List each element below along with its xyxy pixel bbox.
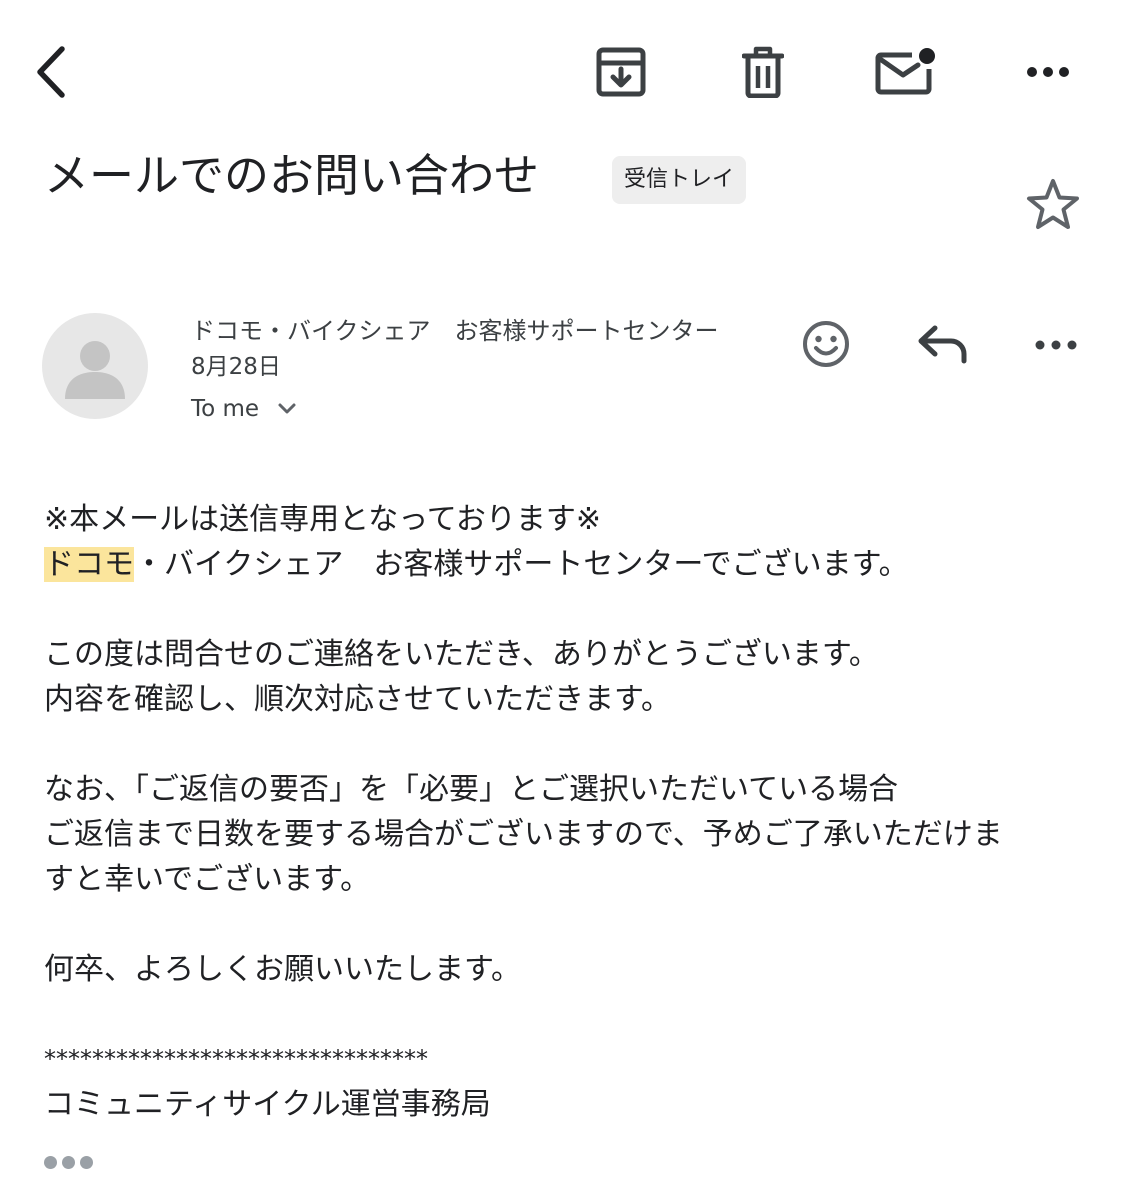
mail-unread-icon	[875, 48, 935, 95]
trash-icon	[742, 46, 784, 98]
signature-line: コミュニティサイクル運営事務局	[44, 1087, 491, 1122]
star-button[interactable]	[1018, 172, 1088, 236]
recipient-details-toggle[interactable]: To me	[191, 392, 297, 426]
body-line: ※本メールは送信専用となっております※	[44, 502, 601, 537]
body-line: ご返信まで日数を要する場合がございますので、予めご了承いただけま	[44, 817, 1003, 852]
email-date: 8月28日	[191, 354, 281, 380]
more-horizontal-icon	[1035, 340, 1077, 350]
inbox-label-chip[interactable]: 受信トレイ	[612, 156, 747, 204]
person-icon	[65, 341, 125, 399]
delete-button[interactable]	[730, 40, 796, 104]
search-highlight: ドコモ	[44, 547, 134, 582]
more-horizontal-icon	[1027, 67, 1069, 77]
chevron-down-icon	[278, 403, 296, 414]
show-trimmed-content-button[interactable]	[44, 1156, 93, 1169]
archive-icon	[596, 47, 646, 97]
body-line: ドコモ・バイクシェア お客様サポートセンターでございます。	[44, 542, 1104, 587]
reply-icon	[918, 325, 967, 364]
emoji-icon	[803, 321, 849, 367]
body-line: すと幸いでございます。	[44, 862, 371, 897]
emoji-reaction-button[interactable]	[796, 314, 856, 374]
email-subject: メールでのお問い合わせ	[44, 149, 540, 202]
arrow-back-icon	[37, 46, 65, 98]
trimmed-dot	[62, 1156, 75, 1169]
trimmed-dot	[44, 1156, 57, 1169]
star-icon	[1027, 179, 1079, 229]
message-more-options-button[interactable]	[1028, 320, 1084, 370]
back-button[interactable]	[22, 40, 82, 104]
signature-separator: ********************************	[44, 1045, 428, 1073]
recipient-label: To me	[191, 396, 260, 422]
body-line: 内容を確認し、順次対応させていただきます。	[44, 682, 671, 717]
email-body: ※本メールは送信専用となっております※ ドコモ・バイクシェア お客様サポートセン…	[44, 497, 1104, 1127]
sender-avatar[interactable]	[42, 313, 148, 419]
more-options-button[interactable]	[1020, 40, 1076, 104]
body-line: この度は問合せのご連絡をいただき、ありがとうございます。	[44, 637, 879, 672]
archive-button[interactable]	[588, 40, 654, 104]
trimmed-dot	[80, 1156, 93, 1169]
body-text-span: ・バイクシェア お客様サポートセンターでございます。	[134, 547, 909, 582]
sender-name[interactable]: ドコモ・バイクシェア お客様サポートセンター	[191, 314, 736, 348]
reply-button[interactable]	[910, 316, 976, 372]
body-line: 何卒、よろしくお願いいたします。	[44, 952, 521, 987]
mark-unread-button[interactable]	[870, 40, 940, 104]
body-line: なお、「ご返信の要否」を「必要」とご選択いただいている場合	[44, 772, 899, 807]
